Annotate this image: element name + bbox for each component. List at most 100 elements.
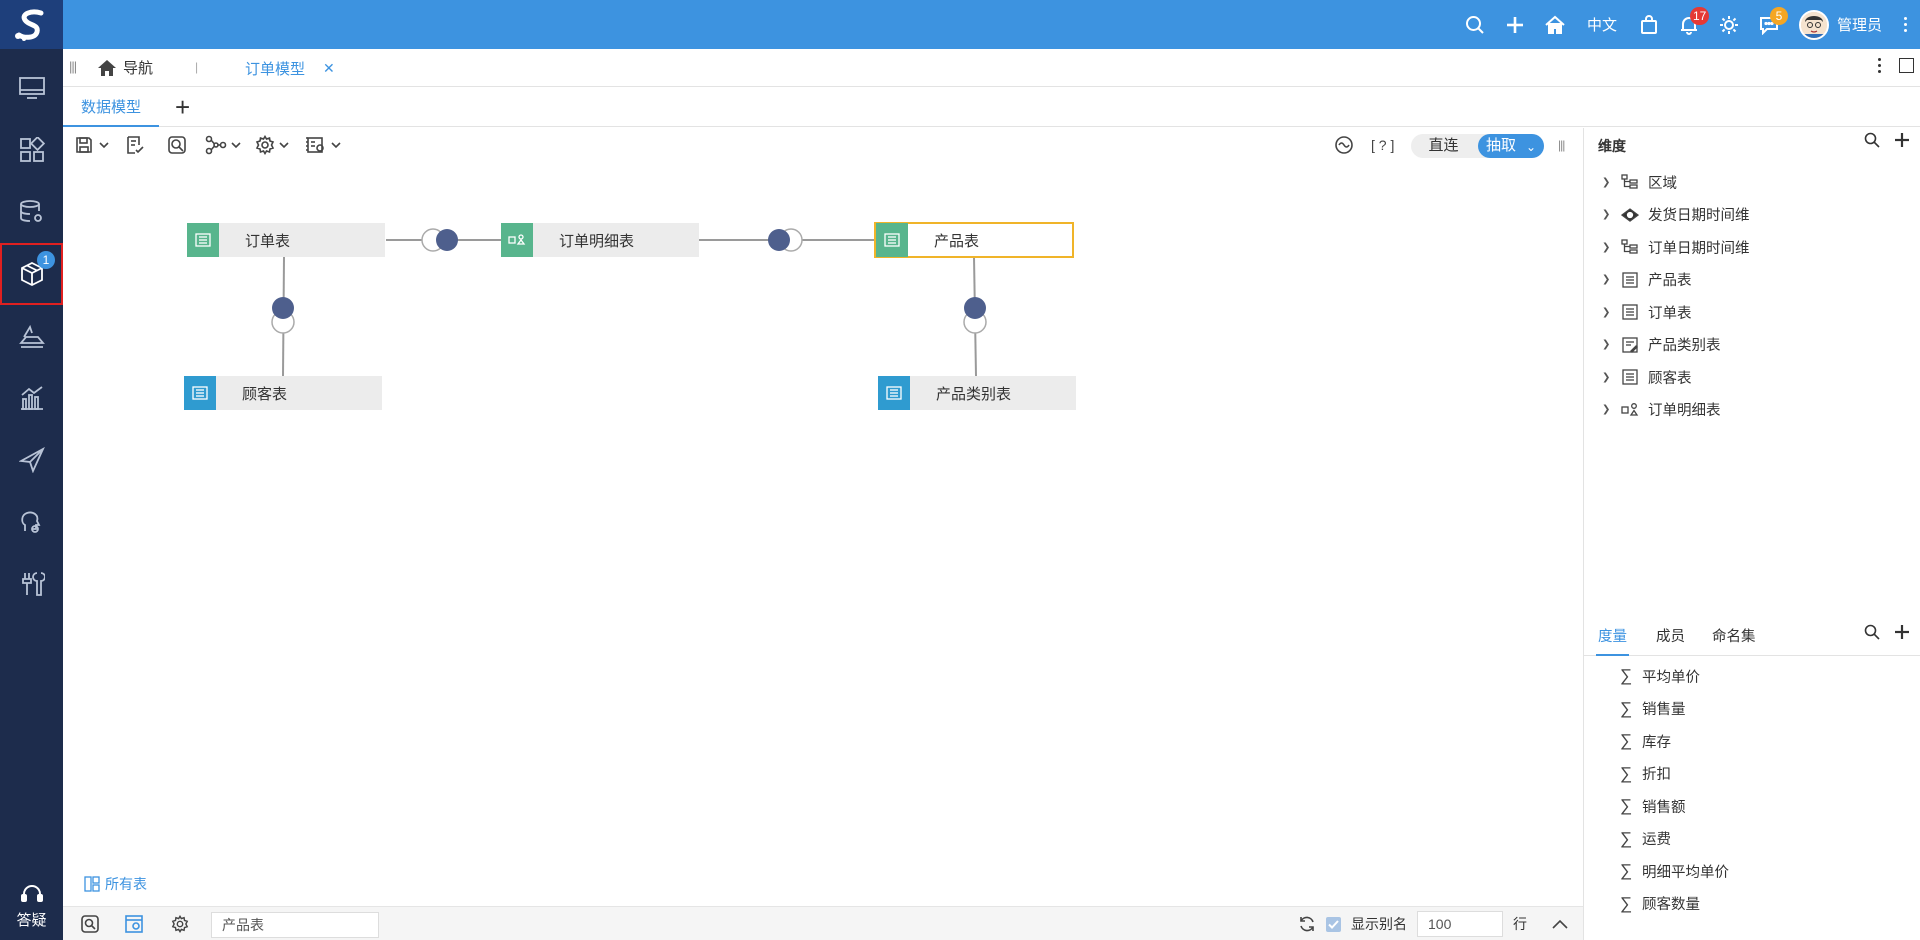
notification-bell-icon[interactable]: 17 [1669, 0, 1710, 49]
help-button[interactable]: 答疑 [0, 883, 63, 930]
sidebar-item-dashboard[interactable] [0, 57, 63, 119]
chevron-right-icon[interactable]: ❯ [1602, 339, 1616, 350]
chevron-right-icon[interactable]: ❯ [1602, 372, 1616, 383]
measure-item[interactable]: ∑ 销售额 [1584, 790, 1920, 823]
sidebar-item-dataset[interactable] [0, 305, 63, 367]
preview-search-icon[interactable] [81, 915, 99, 937]
refresh-icon[interactable] [1298, 915, 1316, 933]
table-node-orders[interactable]: 订单表 [187, 223, 385, 257]
tab-members[interactable]: 成员 [1656, 618, 1685, 656]
join-marker-details-products[interactable] [768, 228, 803, 252]
dimension-item[interactable]: ❯ 订单日期时间维 [1584, 231, 1920, 264]
measure-item-label: 折扣 [1642, 767, 1671, 784]
table-name-input[interactable] [211, 912, 379, 938]
show-alias-checkbox[interactable] [1326, 916, 1341, 932]
join-marker-orders-customers[interactable] [271, 297, 295, 334]
dimension-item[interactable]: ❯ 顾客表 [1584, 361, 1920, 394]
sidebar-item-data-source[interactable] [0, 181, 63, 243]
measure-item-label: 销售量 [1642, 702, 1686, 719]
chevron-right-icon[interactable]: ❯ [1602, 209, 1616, 220]
search-icon[interactable] [1455, 0, 1495, 49]
check-button[interactable] [125, 132, 145, 158]
maximize-icon[interactable] [1899, 58, 1914, 73]
chevron-up-icon[interactable] [1551, 918, 1569, 930]
dimension-item[interactable]: ❯ 订单明细表 [1584, 394, 1920, 427]
sidebar-item-data-model[interactable]: 1 [0, 243, 63, 305]
sidebar-item-analysis[interactable] [0, 367, 63, 429]
username[interactable]: 管理员 [1837, 14, 1882, 35]
add-tab-icon[interactable]: + [175, 92, 190, 123]
chevron-right-icon[interactable]: ❯ [1602, 307, 1616, 318]
gear-icon [255, 135, 275, 155]
chevron-right-icon[interactable]: ❯ [1602, 177, 1616, 188]
more-menu-icon[interactable] [1890, 0, 1920, 49]
dimension-item[interactable]: ❯ 产品表 [1584, 264, 1920, 297]
dimension-item[interactable]: ❯ 订单表 [1584, 296, 1920, 329]
measure-item[interactable]: ∑ 明细平均单价 [1584, 855, 1920, 888]
table-node-label: 产品表 [934, 232, 980, 250]
message-icon[interactable]: 5 [1749, 0, 1789, 49]
dimension-item[interactable]: ❯ 发货日期时间维 [1584, 199, 1920, 232]
tab-order-model[interactable]: 订单模型 ✕ [223, 49, 357, 87]
search-icon[interactable] [1864, 624, 1880, 640]
tab-measures[interactable]: 度量 [1596, 618, 1629, 656]
measure-item[interactable]: ∑ 库存 [1584, 725, 1920, 758]
sidebar-item-publish[interactable] [0, 429, 63, 491]
table-node-product-categories[interactable]: 产品类别表 [878, 376, 1076, 410]
close-icon[interactable]: ✕ [323, 60, 335, 77]
table-node-order-details[interactable]: 订单明细表 [501, 223, 699, 257]
add-icon[interactable] [1495, 0, 1535, 49]
help-hint-button[interactable]: [ ? ] [1371, 132, 1394, 158]
tab-data-model[interactable]: 数据模型 [63, 88, 160, 127]
database-settings-icon [19, 200, 42, 222]
chevron-right-icon[interactable]: ❯ [1602, 274, 1616, 285]
language-switch[interactable]: 中文 [1575, 14, 1629, 35]
sidebar-item-tools[interactable] [0, 553, 63, 615]
measure-item[interactable]: ∑ 平均单价 [1584, 660, 1920, 693]
mode-direct-option[interactable]: 直连 [1411, 134, 1476, 158]
nav-home-tab[interactable]: 导航 [97, 57, 153, 78]
measure-item[interactable]: ∑ 顾客数量 [1584, 888, 1920, 921]
sidebar-item-system[interactable] [0, 491, 63, 553]
extract-settings-button[interactable] [305, 132, 341, 158]
measure-item[interactable]: ∑ 运费 [1584, 823, 1920, 856]
table-node-products[interactable]: 产品表 [874, 222, 1074, 258]
chevron-right-icon[interactable]: ❯ [1602, 404, 1616, 415]
table-node-customers[interactable]: 顾客表 [184, 376, 382, 410]
shopping-bag-icon[interactable] [1629, 0, 1669, 49]
all-tables-link[interactable]: 所有表 [84, 874, 147, 894]
model-canvas[interactable]: 订单表 订单明细表 产品表 顾客表 产品类别表 [63, 162, 1583, 902]
sidebar-item-apps[interactable] [0, 119, 63, 181]
home-icon [98, 59, 116, 76]
gear-icon[interactable] [171, 914, 189, 937]
avatar[interactable] [1798, 9, 1829, 40]
measure-item[interactable]: ∑ 折扣 [1584, 758, 1920, 791]
dimension-item[interactable]: ❯ 区域 [1584, 166, 1920, 199]
home-icon[interactable] [1535, 0, 1575, 49]
zoom-fit-button[interactable] [1334, 132, 1354, 158]
search-icon[interactable] [1864, 132, 1880, 148]
chevron-right-icon[interactable]: ❯ [1602, 242, 1616, 253]
add-icon[interactable] [1894, 132, 1910, 148]
panel-grip-icon[interactable]: ||| [1558, 132, 1565, 158]
more-menu-icon[interactable] [1878, 58, 1881, 73]
relation-button[interactable] [205, 132, 241, 158]
table-preview-icon[interactable] [125, 915, 143, 937]
settings-button[interactable] [255, 132, 289, 158]
preview-button[interactable] [167, 132, 187, 158]
dimension-item[interactable]: ❯ 产品类别表 [1584, 329, 1920, 362]
connection-mode-switch[interactable]: 直连 抽取 ⌄ [1411, 134, 1544, 158]
chevron-down-icon[interactable]: ⌄ [1526, 135, 1536, 159]
tab-named-sets[interactable]: 命名集 [1712, 618, 1756, 656]
save-button[interactable] [75, 132, 109, 158]
row-count-input[interactable] [1417, 911, 1503, 937]
collapse-grip-icon[interactable]: ||| [69, 59, 77, 74]
join-marker-products-categories[interactable] [963, 297, 987, 334]
add-icon[interactable] [1894, 624, 1910, 640]
mode-extract-option[interactable]: 抽取 ⌄ [1478, 134, 1544, 158]
settings-hub-icon[interactable] [1709, 0, 1749, 49]
join-marker-orders-details[interactable] [421, 228, 458, 252]
app-logo[interactable] [0, 0, 63, 49]
user-avatar-icon [1800, 11, 1827, 38]
measure-item[interactable]: ∑ 销售量 [1584, 693, 1920, 726]
